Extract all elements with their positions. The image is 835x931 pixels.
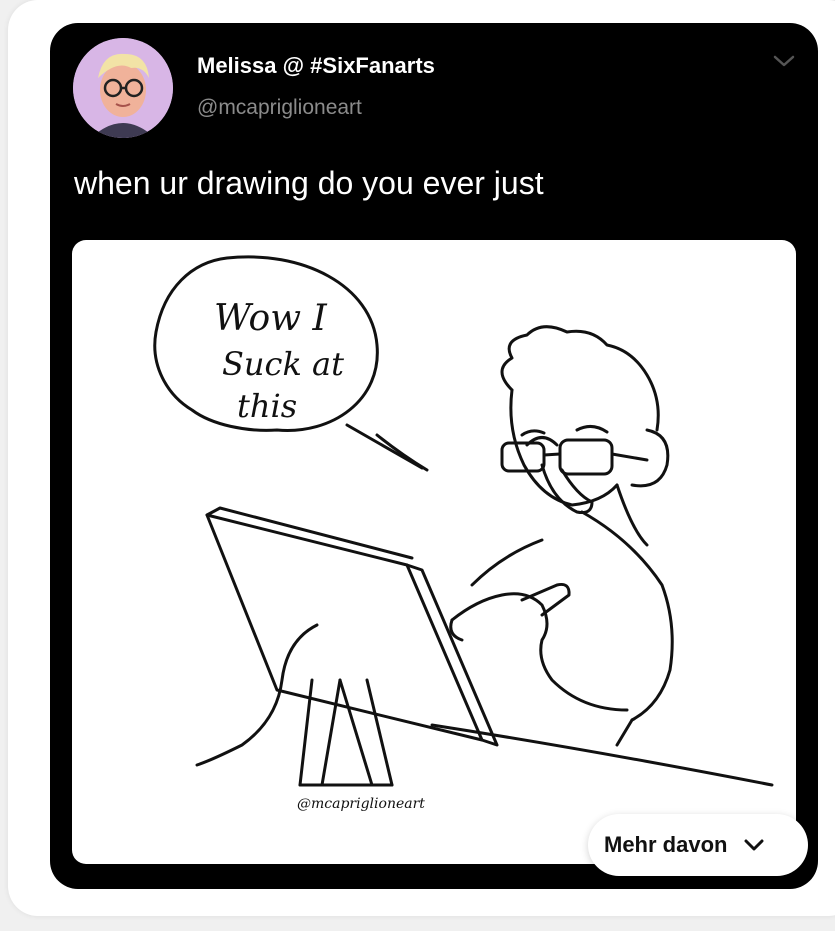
bubble-line-2: Suck at	[222, 345, 344, 383]
user-handle[interactable]: @mcapriglioneart	[197, 96, 362, 120]
post-image[interactable]: Wow I Suck at this @mcapriglioneart	[72, 240, 796, 864]
display-name[interactable]: Melissa @ #SixFanarts	[197, 53, 435, 79]
bubble-line-3: this	[237, 387, 297, 425]
comic-drawing: Wow I Suck at this @mcapriglioneart	[153, 255, 774, 812]
chevron-down-icon[interactable]	[772, 53, 796, 69]
post-card: Melissa @ #SixFanarts @mcapriglioneart w…	[8, 0, 835, 916]
more-like-this-button[interactable]: Mehr davon	[588, 814, 808, 876]
bubble-line-1: Wow I	[214, 298, 327, 339]
more-like-this-label: Mehr davon	[604, 832, 728, 857]
chevron-down-icon	[744, 839, 764, 851]
artist-signature: @mcapriglioneart	[297, 796, 425, 812]
drawing-monitor	[205, 513, 484, 742]
embedded-tweet[interactable]: Melissa @ #SixFanarts @mcapriglioneart w…	[50, 23, 818, 889]
avatar[interactable]	[73, 38, 173, 138]
avatar-illustration	[73, 38, 173, 138]
post-text: when ur drawing do you ever just	[74, 165, 544, 201]
